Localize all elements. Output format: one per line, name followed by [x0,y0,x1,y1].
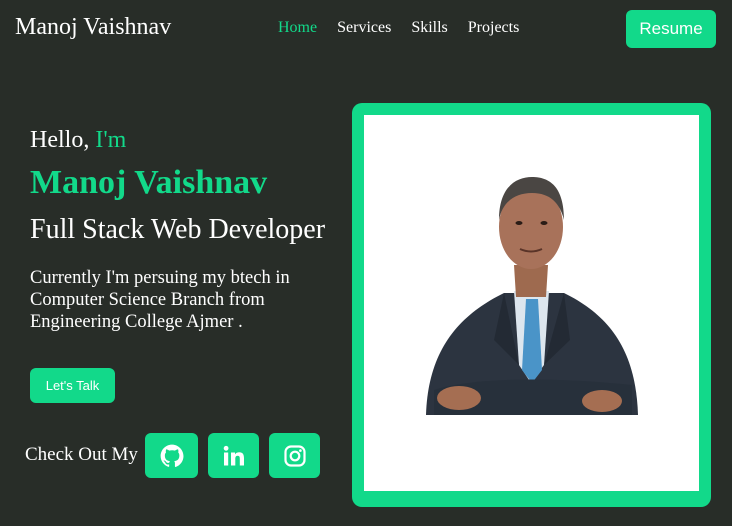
linkedin-button[interactable] [208,433,259,478]
nav-links: Home Services Skills Projects [278,19,519,37]
greeting: Hello, I'm [30,127,126,154]
greeting-highlight: I'm [95,127,127,153]
lets-talk-button[interactable]: Let's Talk [30,368,115,403]
nav-link-projects[interactable]: Projects [468,19,520,37]
hero-name: Manoj Vaishnav [30,164,268,201]
nav-link-skills[interactable]: Skills [411,19,447,37]
profile-photo-frame [352,103,711,507]
hero-role: Full Stack Web Developer [30,214,326,245]
nav-link-services[interactable]: Services [337,19,391,37]
resume-button[interactable]: Resume [626,10,716,48]
instagram-icon [283,444,306,467]
brand-logo[interactable]: Manoj Vaishnav [15,14,171,41]
hero-bio: Currently I'm persuing my btech in Compu… [30,268,290,332]
social-heading: Check Out My [25,444,138,465]
profile-photo [364,115,699,491]
linkedin-icon [223,445,244,465]
nav-link-home[interactable]: Home [278,19,317,37]
github-button[interactable] [145,433,198,478]
greeting-text: Hello, [30,127,96,153]
github-icon [160,444,183,467]
portrait-image [426,177,638,415]
instagram-button[interactable] [269,433,320,478]
